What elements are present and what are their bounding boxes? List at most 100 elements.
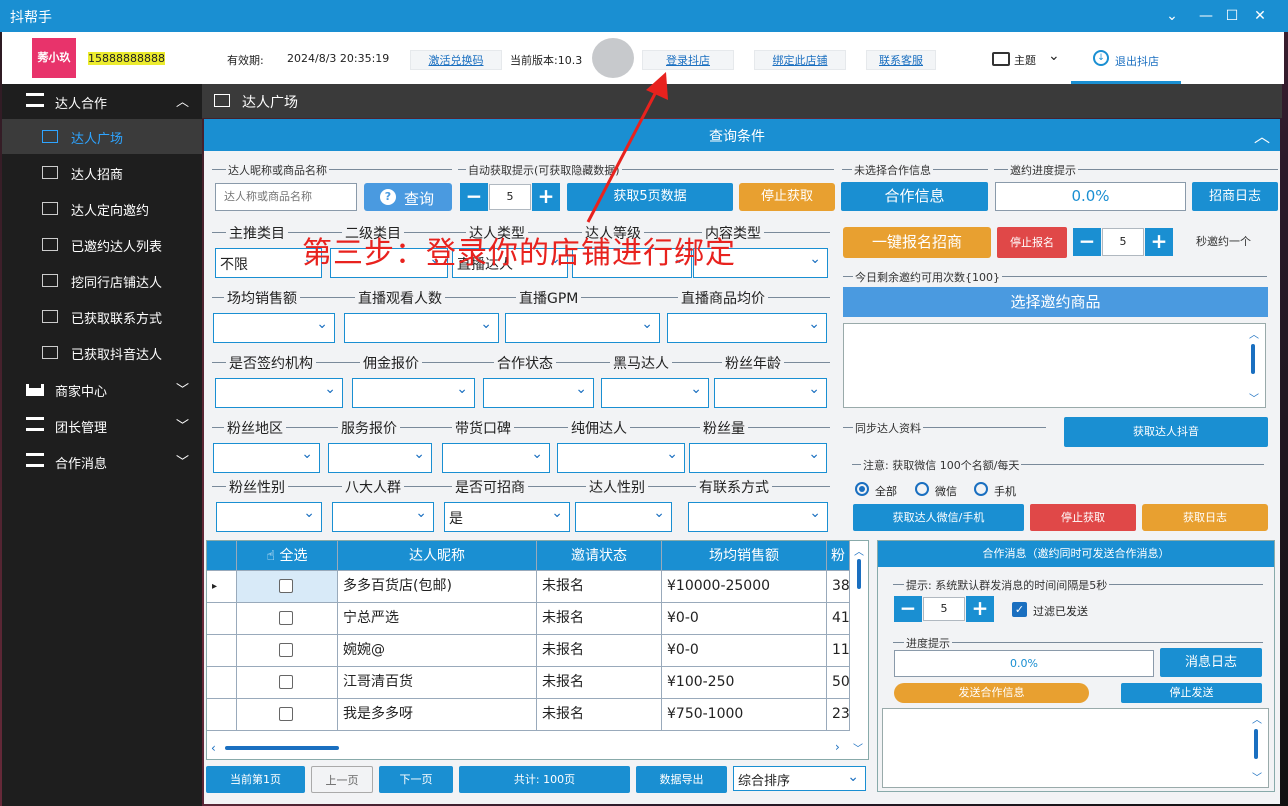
one-click-signup-button[interactable]: 一键报名招商: [843, 227, 991, 258]
maximize-button[interactable]: ☐: [1220, 4, 1244, 28]
current-page-button[interactable]: 当前第1页: [206, 766, 305, 793]
row-checkbox-cell[interactable]: [237, 635, 338, 667]
scroll-thumb[interactable]: [225, 746, 339, 750]
filter-select[interactable]: ⌄: [442, 443, 550, 473]
select-all-header[interactable]: ☝ 全选: [237, 541, 338, 571]
filter-select[interactable]: ⌄: [328, 443, 432, 473]
filter-select[interactable]: ⌄: [344, 313, 499, 343]
horizontal-scrollbar[interactable]: ‹ › ﹀: [207, 739, 868, 759]
sidebar-item-talent-square[interactable]: 达人广场: [2, 119, 202, 154]
minus-icon[interactable]: −: [1073, 228, 1101, 256]
filter-select[interactable]: ⌄: [215, 378, 343, 408]
scroll-down-icon[interactable]: ﹀: [1252, 769, 1262, 784]
radio-all[interactable]: [855, 482, 869, 496]
search-input[interactable]: [215, 183, 357, 211]
filter-select[interactable]: ⌄: [575, 502, 672, 532]
filter-select[interactable]: ⌄: [213, 313, 335, 343]
export-button[interactable]: 数据导出: [636, 766, 727, 793]
sidebar-item-competitor-talent[interactable]: 挖同行店铺达人: [2, 263, 202, 298]
send-coop-button[interactable]: 发送合作信息: [894, 683, 1089, 703]
activate-code-link[interactable]: 激活兑换码: [410, 50, 502, 70]
row-checkbox[interactable]: [279, 675, 293, 689]
row-checkbox-cell[interactable]: [237, 667, 338, 699]
sidebar-group-merchant[interactable]: 商家中心 ﹀: [2, 372, 202, 406]
radio-phone[interactable]: [974, 482, 988, 496]
minus-icon[interactable]: −: [460, 183, 488, 211]
stop-send-button[interactable]: 停止发送: [1121, 683, 1262, 703]
stop-get-button[interactable]: 停止获取: [1030, 504, 1136, 531]
filter-select[interactable]: ⌄: [688, 502, 828, 532]
filter-select[interactable]: ⌄: [667, 313, 827, 343]
sidebar-item-directed-invite[interactable]: 达人定向邀约: [2, 191, 202, 226]
theme-label[interactable]: 主题: [1014, 52, 1036, 68]
row-checkbox-cell[interactable]: [237, 571, 338, 603]
chevron-down-icon[interactable]: ⌄: [1048, 48, 1060, 64]
get-log-button[interactable]: 获取日志: [1142, 504, 1268, 531]
choose-product-button[interactable]: 选择邀约商品: [843, 287, 1268, 317]
next-page-button[interactable]: 下一页: [379, 766, 453, 793]
get-douyin-button[interactable]: 获取达人抖音: [1064, 417, 1268, 447]
header-invite-status[interactable]: 邀请状态: [537, 541, 662, 571]
scrollbar[interactable]: [1251, 344, 1255, 374]
row-checkbox[interactable]: [279, 611, 293, 625]
stepper-value[interactable]: 5: [923, 597, 965, 621]
row-checkbox[interactable]: [279, 579, 293, 593]
get-wechat-button[interactable]: 获取达人微信/手机: [853, 504, 1024, 531]
message-textarea[interactable]: ︿ ﹀: [882, 708, 1269, 788]
scroll-left-icon[interactable]: ‹: [211, 741, 216, 755]
plus-icon[interactable]: +: [1145, 228, 1173, 256]
restore-button[interactable]: ⌄: [1160, 4, 1184, 28]
header-fans[interactable]: 粉: [827, 541, 850, 571]
stop-signup-button[interactable]: 停止报名: [997, 227, 1067, 258]
sidebar-item-douyin-talent[interactable]: 已获取抖音达人: [2, 335, 202, 370]
radio-wechat[interactable]: [915, 482, 929, 496]
header-nickname[interactable]: 达人昵称: [338, 541, 537, 571]
logout-tab[interactable]: ↓ 退出抖店: [1071, 38, 1181, 84]
filter-select[interactable]: ⌄: [216, 502, 322, 532]
sidebar-item-talent-recruit[interactable]: 达人招商: [2, 155, 202, 190]
stop-fetch-button[interactable]: 停止获取: [739, 183, 835, 211]
scroll-up-icon[interactable]: ︿: [854, 543, 864, 558]
sidebar-group-talent[interactable]: 达人合作 ︿: [2, 84, 202, 118]
filter-select[interactable]: 是 ⌄: [444, 502, 570, 532]
prev-page-button[interactable]: 上一页: [311, 766, 373, 793]
plus-icon[interactable]: +: [966, 596, 994, 622]
stepper-value[interactable]: 5: [1102, 228, 1144, 256]
sidebar-item-invited-list[interactable]: 已邀约达人列表: [2, 227, 202, 262]
row-checkbox-cell[interactable]: [237, 603, 338, 635]
scroll-up-icon[interactable]: ︿: [1252, 711, 1262, 726]
scroll-down-icon[interactable]: ﹀: [853, 740, 863, 755]
login-shop-link[interactable]: 登录抖店: [642, 50, 734, 70]
scroll-thumb[interactable]: [857, 559, 861, 589]
page-count-stepper[interactable]: − 5 +: [460, 183, 560, 211]
recruit-log-button[interactable]: 招商日志: [1192, 182, 1278, 211]
filter-select[interactable]: ⌄: [505, 313, 660, 343]
msg-interval-stepper[interactable]: − 5 +: [894, 596, 994, 624]
sidebar-group-messages[interactable]: 合作消息 ﹀: [2, 444, 202, 478]
vertical-scrollbar[interactable]: ︿: [850, 541, 868, 741]
plus-icon[interactable]: +: [532, 183, 560, 211]
filter-select[interactable]: ⌄: [601, 378, 709, 408]
close-button[interactable]: ✕: [1248, 4, 1272, 28]
filter-sent-checkbox[interactable]: ✓: [1012, 602, 1027, 617]
query-header[interactable]: 查询条件 ︿: [204, 119, 1280, 151]
filter-select[interactable]: ⌄: [557, 443, 685, 473]
sidebar-item-contacts[interactable]: 已获取联系方式: [2, 299, 202, 334]
filter-select[interactable]: ⌄: [483, 378, 594, 408]
bind-shop-link[interactable]: 绑定此店铺: [754, 50, 846, 70]
row-checkbox[interactable]: [279, 643, 293, 657]
contact-support-link[interactable]: 联系客服: [866, 50, 936, 70]
scrollbar[interactable]: [1254, 729, 1258, 759]
scroll-up-icon[interactable]: ︿: [1249, 326, 1259, 341]
minimize-button[interactable]: —: [1194, 4, 1218, 28]
minus-icon[interactable]: −: [894, 596, 922, 622]
filter-select[interactable]: ⌄: [689, 443, 827, 473]
header-avg-sales[interactable]: 场均销售额: [662, 541, 827, 571]
scroll-right-icon[interactable]: ›: [835, 740, 840, 754]
msg-log-button[interactable]: 消息日志: [1160, 648, 1262, 677]
interval-stepper[interactable]: − 5 +: [1073, 227, 1173, 257]
sort-select[interactable]: 综合排序 ⌄: [733, 766, 866, 791]
filter-select[interactable]: ⌄: [332, 502, 434, 532]
row-checkbox[interactable]: [279, 707, 293, 721]
product-textarea[interactable]: ︿ ﹀: [843, 323, 1266, 408]
